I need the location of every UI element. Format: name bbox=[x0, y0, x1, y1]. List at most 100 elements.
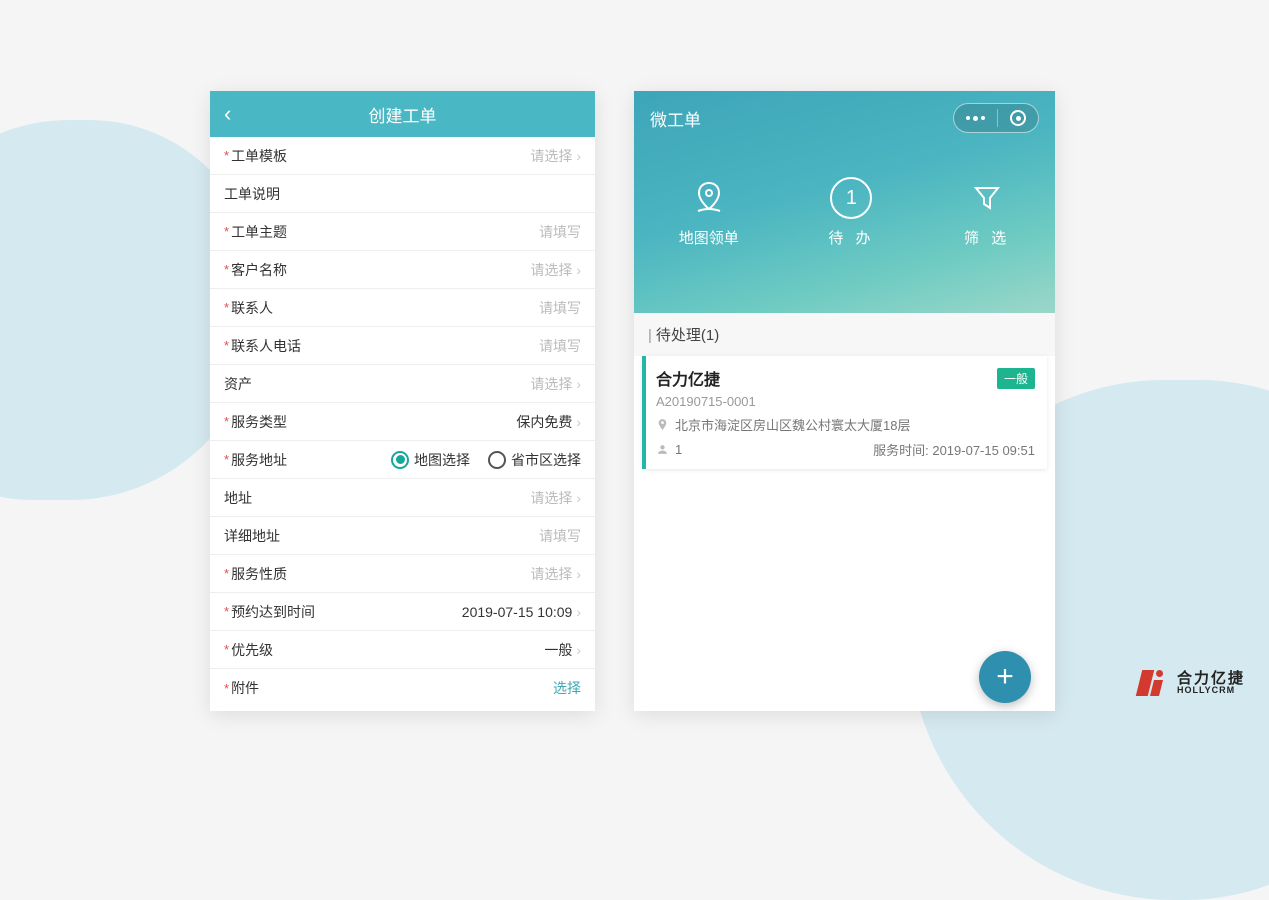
chevron-right-icon: › bbox=[576, 262, 581, 278]
required-star: * bbox=[224, 642, 229, 657]
placeholder: 请选择 bbox=[530, 260, 572, 280]
nav-label: 筛 选 bbox=[964, 227, 1010, 248]
row-svc-addr: * 服务地址 地图选择 省市区选择 bbox=[210, 441, 595, 479]
required-star: * bbox=[224, 414, 229, 429]
nav-todo[interactable]: 1 待 办 bbox=[828, 179, 874, 248]
brand-name-cn: 合力亿捷 bbox=[1177, 671, 1245, 686]
row-phone[interactable]: * 联系人电话 请填写 bbox=[210, 327, 595, 365]
dashboard-header: 微工单 地图领单 bbox=[634, 91, 1055, 313]
plus-icon: + bbox=[996, 660, 1014, 694]
required-star: * bbox=[224, 566, 229, 581]
chevron-right-icon: › bbox=[576, 148, 581, 164]
card-title: 合力亿捷 bbox=[656, 366, 720, 390]
label: 服务类型 bbox=[231, 412, 287, 432]
chevron-right-icon: › bbox=[576, 604, 581, 620]
label: 资产 bbox=[224, 374, 252, 394]
miniprogram-capsule bbox=[953, 103, 1039, 133]
row-asset[interactable]: 资产 请选择 › bbox=[210, 365, 595, 403]
required-star: * bbox=[224, 224, 229, 239]
ticket-card[interactable]: 合力亿捷 一般 A20190715-0001 北京市海淀区房山区魏公村寰太大厦1… bbox=[642, 356, 1047, 469]
card-code: A20190715-0001 bbox=[656, 394, 1035, 409]
required-star: * bbox=[224, 148, 229, 163]
placeholder: 请填写 bbox=[539, 222, 581, 242]
required-star: * bbox=[224, 300, 229, 315]
close-icon[interactable] bbox=[1010, 110, 1026, 126]
nav-label: 地图领单 bbox=[679, 227, 739, 248]
section-label: 待处理(1) bbox=[656, 327, 719, 344]
svc-time-label: 服务时间: bbox=[873, 443, 929, 458]
radio-unselected-icon bbox=[488, 451, 506, 469]
row-addr-detail[interactable]: 详细地址 请填写 bbox=[210, 517, 595, 555]
label: 服务性质 bbox=[231, 564, 287, 584]
radio-label: 地图选择 bbox=[414, 450, 470, 470]
page-title: 创建工单 bbox=[210, 102, 595, 127]
svc-time-value: 2019-07-15 09:51 bbox=[932, 443, 1035, 458]
row-template[interactable]: * 工单模板 请选择 › bbox=[210, 137, 595, 175]
label: 联系人 bbox=[231, 298, 273, 318]
placeholder: 请填写 bbox=[539, 298, 581, 318]
row-contact[interactable]: * 联系人 请填写 bbox=[210, 289, 595, 327]
required-star: * bbox=[224, 262, 229, 277]
nav-map-pickup[interactable]: 地图领单 bbox=[679, 179, 739, 248]
map-pin-icon bbox=[694, 179, 724, 217]
row-addr[interactable]: 地址 请选择 › bbox=[210, 479, 595, 517]
person-icon bbox=[656, 443, 669, 456]
placeholder: 请选择 bbox=[530, 374, 572, 394]
brand-mark-icon bbox=[1139, 670, 1169, 696]
label: 详细地址 bbox=[224, 526, 280, 546]
brand-logo: 合力亿捷 HOLLYCRM bbox=[1139, 670, 1245, 696]
placeholder: 请选择 bbox=[530, 564, 572, 584]
row-subject[interactable]: * 工单主题 请填写 bbox=[210, 213, 595, 251]
chevron-right-icon: › bbox=[576, 376, 581, 392]
card-people: 1 bbox=[675, 442, 682, 457]
app-name: 微工单 bbox=[650, 106, 701, 131]
location-icon bbox=[656, 418, 669, 431]
todo-dashboard-screen: 微工单 地图领单 bbox=[634, 91, 1055, 711]
create-ticket-screen: ‹ 创建工单 * 工单模板 请选择 › 工单说明 * 工单主题 请填写 * 客户… bbox=[210, 91, 595, 711]
label: 联系人电话 bbox=[231, 336, 301, 356]
chevron-right-icon: › bbox=[576, 642, 581, 658]
filter-icon bbox=[973, 179, 1001, 217]
value: 一般 bbox=[544, 640, 572, 660]
section-bar: | bbox=[648, 327, 652, 344]
label: 客户名称 bbox=[231, 260, 287, 280]
attach-select-link[interactable]: 选择 bbox=[553, 678, 581, 698]
label: 优先级 bbox=[231, 640, 273, 660]
required-star: * bbox=[224, 338, 229, 353]
nav-label: 待 办 bbox=[828, 227, 874, 248]
radio-map-select[interactable]: 地图选择 bbox=[391, 450, 470, 470]
radio-label: 省市区选择 bbox=[511, 450, 581, 470]
brand-name-en: HOLLYCRM bbox=[1177, 686, 1245, 695]
chevron-right-icon: › bbox=[576, 490, 581, 506]
priority-badge: 一般 bbox=[997, 368, 1035, 389]
label: 地址 bbox=[224, 488, 252, 508]
row-priority[interactable]: * 优先级 一般 › bbox=[210, 631, 595, 669]
row-appointment[interactable]: * 预约达到时间 2019-07-15 10:09 › bbox=[210, 593, 595, 631]
row-svc-type[interactable]: * 服务类型 保内免费 › bbox=[210, 403, 595, 441]
placeholder: 请选择 bbox=[530, 146, 572, 166]
radio-selected-icon bbox=[391, 451, 409, 469]
required-star: * bbox=[224, 681, 229, 696]
capsule-separator bbox=[997, 109, 998, 127]
radio-region-select[interactable]: 省市区选择 bbox=[488, 450, 581, 470]
placeholder: 请填写 bbox=[539, 526, 581, 546]
value: 保内免费 bbox=[516, 412, 572, 432]
add-button[interactable]: + bbox=[979, 651, 1031, 703]
row-customer[interactable]: * 客户名称 请选择 › bbox=[210, 251, 595, 289]
section-header-pending: |待处理(1) bbox=[634, 313, 1055, 356]
row-attachment: * 附件 选择 bbox=[210, 669, 595, 707]
placeholder: 请选择 bbox=[530, 488, 572, 508]
required-star: * bbox=[224, 604, 229, 619]
label: 附件 bbox=[231, 678, 259, 698]
nav-filter[interactable]: 筛 选 bbox=[964, 179, 1010, 248]
menu-icon[interactable] bbox=[966, 116, 985, 121]
chevron-right-icon: › bbox=[576, 566, 581, 582]
row-svc-nature[interactable]: * 服务性质 请选择 › bbox=[210, 555, 595, 593]
row-desc[interactable]: 工单说明 bbox=[210, 175, 595, 213]
placeholder: 请填写 bbox=[539, 336, 581, 356]
todo-count-badge: 1 bbox=[830, 177, 872, 219]
label: 服务地址 bbox=[231, 450, 287, 470]
value: 2019-07-15 10:09 bbox=[462, 604, 573, 620]
label: 工单主题 bbox=[231, 222, 287, 242]
titlebar: ‹ 创建工单 bbox=[210, 91, 595, 137]
